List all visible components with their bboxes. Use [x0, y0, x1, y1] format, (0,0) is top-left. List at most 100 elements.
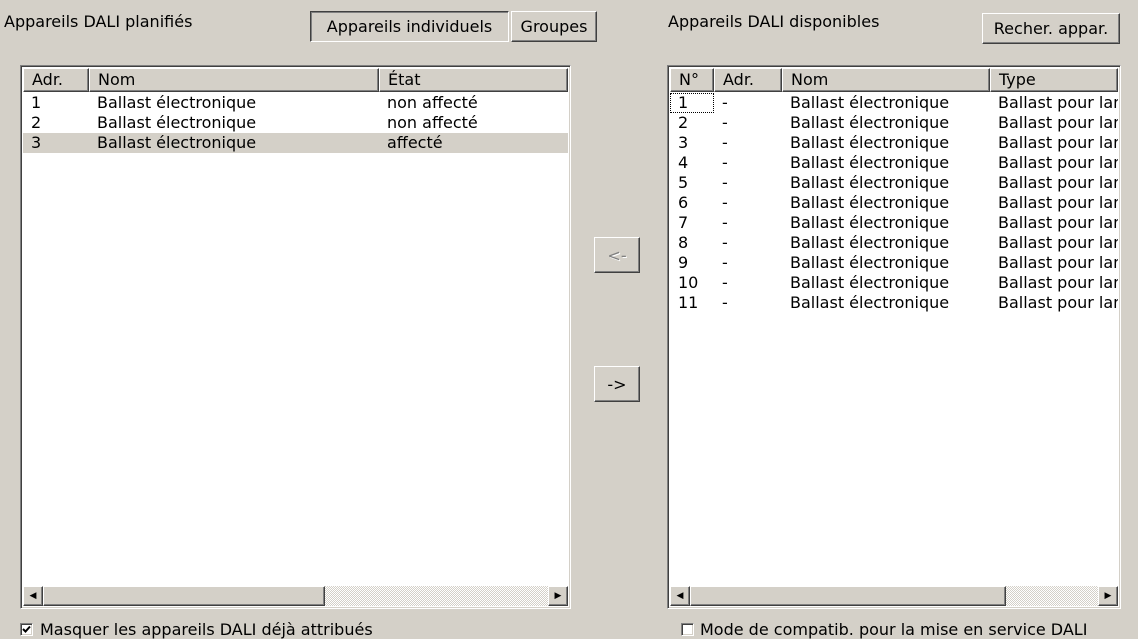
- column-header-adr[interactable]: Adr.: [23, 68, 89, 92]
- move-left-button[interactable]: <-: [594, 237, 640, 273]
- cell-etat: non affecté: [387, 93, 478, 112]
- cell-nom: Ballast électronique: [97, 113, 257, 132]
- cell-type: Ballast pour lan: [998, 93, 1118, 112]
- search-devices-button[interactable]: Recher. appar.: [982, 13, 1120, 44]
- cell-adr: -: [722, 293, 728, 312]
- cell-type: Ballast pour lan: [998, 273, 1118, 292]
- tab-individual-devices[interactable]: Appareils individuels: [310, 11, 509, 42]
- cell-num: 2: [678, 113, 689, 132]
- scroll-thumb[interactable]: [43, 586, 325, 606]
- table-row[interactable]: 4 - Ballast électronique Ballast pour lan: [670, 153, 1118, 173]
- table-row[interactable]: 2 Ballast électronique non affecté: [23, 113, 568, 133]
- cell-adr: -: [722, 133, 728, 152]
- table-row[interactable]: 1 Ballast électronique non affecté: [23, 93, 568, 113]
- table-row[interactable]: 11 - Ballast électronique Ballast pour lan: [670, 293, 1118, 313]
- cell-etat: non affecté: [387, 113, 478, 132]
- cell-nom: Ballast électronique: [790, 133, 950, 152]
- scroll-right-icon[interactable]: ▶: [548, 586, 568, 606]
- cell-type: Ballast pour lan: [998, 173, 1118, 192]
- cell-nom: Ballast électronique: [790, 173, 950, 192]
- cell-nom: Ballast électronique: [790, 193, 950, 212]
- table-row[interactable]: 10 - Ballast électronique Ballast pour lan: [670, 273, 1118, 293]
- available-devices-title: Appareils DALI disponibles: [668, 12, 880, 31]
- cell-num: 3: [678, 133, 689, 152]
- column-header-etat[interactable]: État: [379, 68, 568, 92]
- cell-num: 7: [678, 213, 689, 232]
- table-row[interactable]: 3 Ballast électronique affecté: [23, 133, 568, 153]
- cell-adr: -: [722, 153, 728, 172]
- cell-adr: -: [722, 273, 728, 292]
- available-devices-list[interactable]: N° Adr. Nom Type 1- Ballast électronique B…: [667, 65, 1121, 609]
- available-list-header: N° Adr. Nom Type: [670, 68, 1118, 92]
- scroll-thumb[interactable]: [690, 586, 1006, 606]
- column-header-adr[interactable]: Adr.: [714, 68, 782, 92]
- checkmark-icon: [22, 625, 31, 633]
- cell-nom: Ballast électronique: [790, 273, 950, 292]
- cell-adr: -: [722, 173, 728, 192]
- cell-nom: Ballast électronique: [790, 153, 950, 172]
- cell-nom: Ballast électronique: [790, 293, 950, 312]
- cell-type: Ballast pour lan: [998, 293, 1118, 312]
- cell-type: Ballast pour lan: [998, 153, 1118, 172]
- cell-adr: -: [722, 213, 728, 232]
- cell-num: 8: [678, 233, 689, 252]
- scroll-track[interactable]: [43, 586, 548, 606]
- available-rows: 1- Ballast électronique Ballast pour lan 2-…: [670, 93, 1118, 313]
- cell-adr: 3: [31, 133, 42, 152]
- cell-nom: Ballast électronique: [790, 213, 950, 232]
- planned-list-header: Adr. Nom État: [23, 68, 568, 92]
- hide-assigned-label: Masquer les appareils DALI déjà attribué…: [40, 620, 373, 639]
- cell-nom: Ballast électronique: [790, 233, 950, 252]
- compat-mode-label: Mode de compatib. pour la mise en servic…: [700, 620, 1088, 639]
- planned-rows: 1 Ballast électronique non affecté 2 Ballast…: [23, 93, 568, 153]
- column-header-nom[interactable]: Nom: [782, 68, 990, 92]
- scroll-track[interactable]: [690, 586, 1098, 606]
- table-row[interactable]: 1- Ballast électronique Ballast pour lan: [670, 93, 1118, 113]
- column-header-type[interactable]: Type: [990, 68, 1118, 92]
- table-row[interactable]: 2 - Ballast électronique Ballast pour lan: [670, 113, 1118, 133]
- column-header-num[interactable]: N°: [670, 68, 714, 92]
- cell-num: 6: [678, 193, 689, 212]
- compat-mode-checkbox[interactable]: [681, 623, 694, 636]
- planned-hscrollbar[interactable]: ◀ ▶: [23, 586, 568, 606]
- table-row[interactable]: 7 - Ballast électronique Ballast pour lan: [670, 213, 1118, 233]
- cell-adr: -: [722, 253, 728, 272]
- available-hscrollbar[interactable]: ◀ ▶: [670, 586, 1118, 606]
- cell-adr: -: [722, 233, 728, 252]
- column-header-nom[interactable]: Nom: [89, 68, 379, 92]
- cell-type: Ballast pour lan: [998, 233, 1118, 252]
- cell-nom: Ballast électronique: [97, 93, 257, 112]
- cell-num: 11: [678, 293, 699, 312]
- move-right-button[interactable]: ->: [594, 366, 640, 402]
- cell-num: 4: [678, 153, 689, 172]
- cell-num: 1: [670, 93, 714, 113]
- table-row[interactable]: 5 - Ballast électronique Ballast pour lan: [670, 173, 1118, 193]
- tab-groups[interactable]: Groupes: [511, 11, 597, 42]
- planned-devices-list[interactable]: Adr. Nom État 1 Ballast électronique non a…: [20, 65, 571, 609]
- cell-type: Ballast pour lan: [998, 253, 1118, 272]
- cell-num: 5: [678, 173, 689, 192]
- cell-adr: 2: [31, 113, 42, 132]
- cell-adr: -: [722, 93, 728, 112]
- cell-nom: Ballast électronique: [97, 133, 257, 152]
- cell-etat: affecté: [387, 133, 443, 152]
- cell-num: 9: [678, 253, 689, 272]
- cell-adr: -: [722, 113, 728, 132]
- scroll-right-icon[interactable]: ▶: [1098, 586, 1118, 606]
- cell-num: 10: [678, 273, 699, 292]
- cell-nom: Ballast électronique: [790, 93, 950, 112]
- cell-type: Ballast pour lan: [998, 113, 1118, 132]
- table-row[interactable]: 3 - Ballast électronique Ballast pour lan: [670, 133, 1118, 153]
- cell-adr: 1: [31, 93, 42, 112]
- cell-nom: Ballast électronique: [790, 113, 950, 132]
- planned-devices-title: Appareils DALI planifiés: [4, 12, 193, 31]
- hide-assigned-checkbox[interactable]: [20, 623, 33, 636]
- table-row[interactable]: 6 - Ballast électronique Ballast pour lan: [670, 193, 1118, 213]
- cell-nom: Ballast électronique: [790, 253, 950, 272]
- cell-type: Ballast pour lan: [998, 193, 1118, 212]
- scroll-left-icon[interactable]: ◀: [670, 586, 690, 606]
- cell-type: Ballast pour lan: [998, 213, 1118, 232]
- scroll-left-icon[interactable]: ◀: [23, 586, 43, 606]
- table-row[interactable]: 9 - Ballast électronique Ballast pour lan: [670, 253, 1118, 273]
- table-row[interactable]: 8 - Ballast électronique Ballast pour lan: [670, 233, 1118, 253]
